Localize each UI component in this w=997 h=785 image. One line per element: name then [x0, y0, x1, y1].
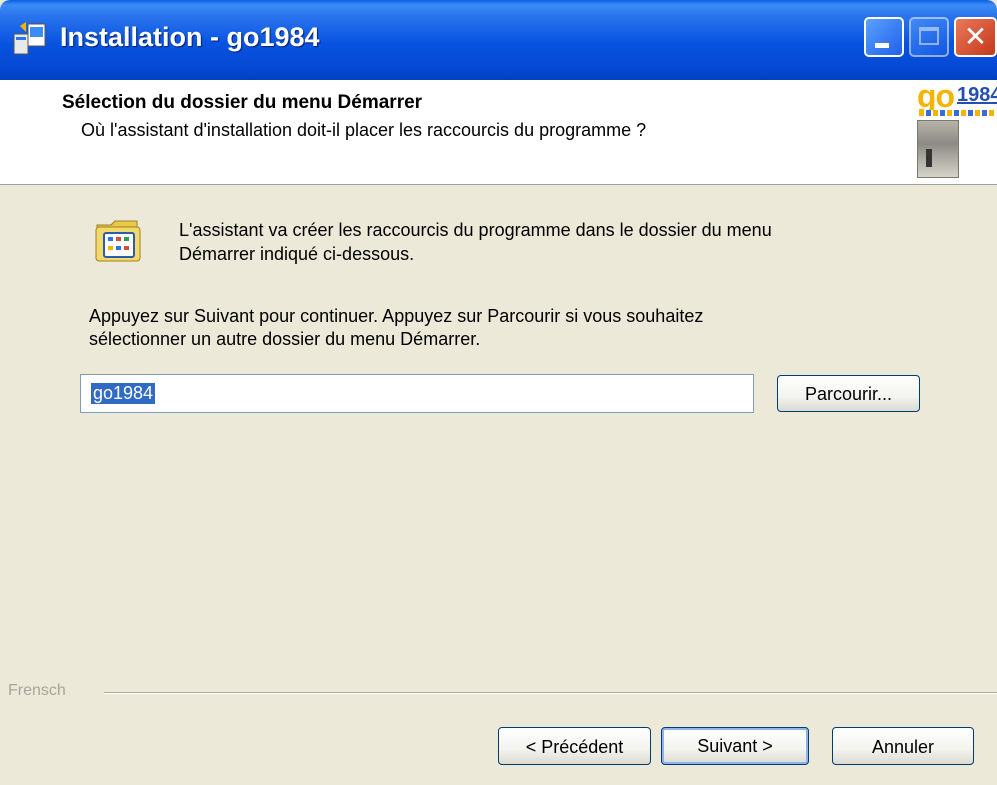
start-menu-folder-input[interactable]: go1984 — [80, 374, 754, 413]
instruction-line-2: sélectionner un autre dossier du menu Dé… — [89, 329, 481, 349]
close-icon: ✕ — [963, 21, 988, 52]
minimize-icon — [875, 43, 889, 48]
minimize-button[interactable] — [864, 17, 904, 57]
browse-button[interactable]: Parcourir... — [777, 375, 920, 412]
page-title: Sélection du dossier du menu Démarrer — [62, 92, 423, 113]
installer-icon — [13, 22, 46, 55]
title-bar[interactable]: Installation - go1984 ✕ — [0, 0, 997, 80]
installer-brand-label: Frensch — [8, 682, 66, 699]
back-button[interactable]: < Précédent — [498, 727, 651, 765]
logo-dots — [919, 110, 995, 116]
instruction-line-1: Appuyez sur Suivant pour continuer. Appu… — [89, 306, 704, 326]
maximize-icon — [919, 27, 939, 45]
logo-text-num: 1984 — [957, 84, 997, 106]
start-menu-folder-icon — [95, 220, 141, 262]
wizard-header: Sélection du dossier du menu Démarrer Où… — [0, 78, 997, 185]
next-button[interactable]: Suivant > — [661, 727, 809, 765]
go1984-logo: go 1984 — [917, 78, 997, 180]
info-text: L'assistant va créer les raccourcis du p… — [179, 218, 899, 266]
folder-input-value: go1984 — [91, 383, 156, 404]
instruction-text: Appuyez sur Suivant pour continuer. Appu… — [89, 305, 869, 351]
maximize-button[interactable] — [909, 17, 949, 57]
cancel-button[interactable]: Annuler — [832, 727, 974, 765]
logo-picture — [917, 120, 959, 178]
close-button[interactable]: ✕ — [954, 17, 997, 57]
info-line-2: Démarrer indiqué ci-dessous. — [179, 244, 415, 264]
window-title: Installation - go1984 — [60, 22, 320, 52]
page-subtitle: Où l'assistant d'installation doit-il pl… — [81, 120, 647, 140]
footer-divider — [104, 692, 997, 694]
info-line-1: L'assistant va créer les raccourcis du p… — [179, 220, 772, 240]
